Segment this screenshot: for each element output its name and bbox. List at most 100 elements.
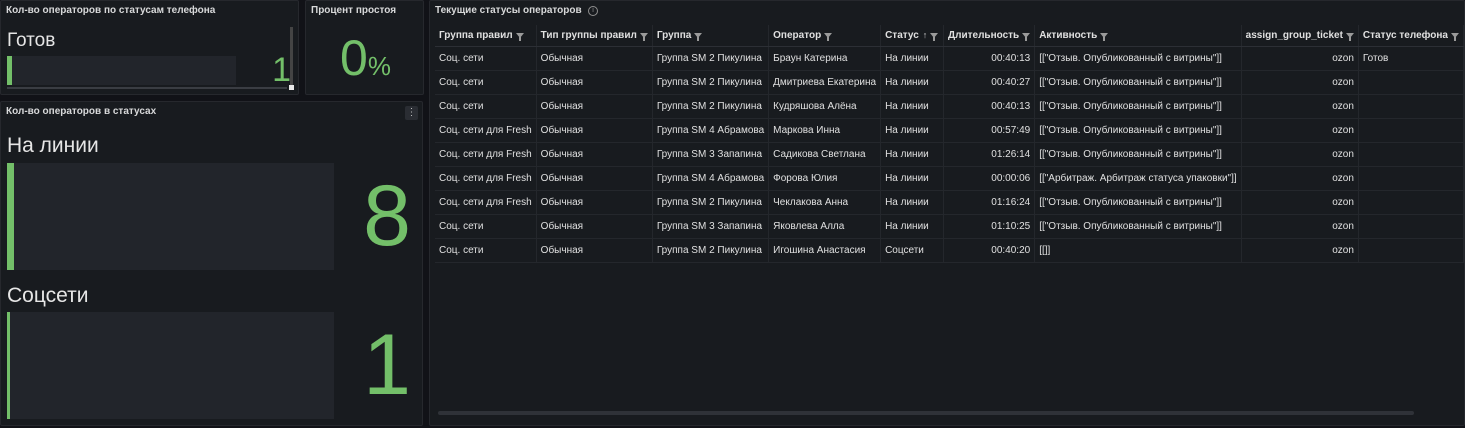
horizontal-scrollbar[interactable] xyxy=(438,411,1414,415)
panel-title: Кол-во операторов по статусам телефона xyxy=(6,5,216,16)
table-cell: [["Отзыв. Опубликованный с витрины"]] xyxy=(1034,142,1242,167)
column-header[interactable]: Группа правил xyxy=(435,25,537,47)
column-header-label: Статус телефона xyxy=(1362,29,1448,41)
table-cell: Чеклакова Анна xyxy=(768,190,882,215)
idle-stat: 0% xyxy=(306,29,423,87)
table-row[interactable]: Соц. сети Обычная Группа SM 2 Пикулина Кудр… xyxy=(435,94,1464,119)
bar-track xyxy=(7,56,236,85)
table-cell: Соцсети xyxy=(880,238,944,263)
panel-title: Текущие статусы операторов xyxy=(435,5,582,16)
status-value: 1 xyxy=(272,51,291,89)
column-header[interactable]: Длительность xyxy=(943,25,1036,47)
table-row[interactable]: Соц. сети Обычная Группа SM 2 Пикулина Игош… xyxy=(435,238,1464,263)
table-cell: 01:10:25 xyxy=(943,214,1036,239)
table-cell: Обычная xyxy=(536,166,653,191)
table-cell: Обычная xyxy=(536,46,653,71)
table-cell: Группа SM 3 Запапина xyxy=(652,214,770,239)
filter-icon[interactable] xyxy=(639,32,648,41)
table-row[interactable]: Соц. сети Обычная Группа SM 2 Пикулина Дмит… xyxy=(435,70,1464,95)
column-header[interactable]: Статус телефона xyxy=(1358,25,1464,47)
table-cell: Соц. сети xyxy=(435,238,537,263)
table-cell: ozon xyxy=(1241,190,1359,215)
ellipsis-vertical-icon[interactable]: ⋮ xyxy=(405,106,418,120)
filter-icon[interactable] xyxy=(824,32,833,41)
table-cell: 01:26:14 xyxy=(943,142,1036,167)
table-cell: Соц. сети xyxy=(435,46,537,71)
column-header[interactable]: Оператор xyxy=(768,25,882,47)
column-header-label: Группа xyxy=(656,29,692,41)
table-cell: [[]] xyxy=(1034,238,1242,263)
column-header[interactable]: Статус ↑ xyxy=(880,25,944,47)
table-cell: Группа SM 2 Пикулина xyxy=(652,190,770,215)
bar-track xyxy=(7,163,334,270)
table-cell: Группа SM 2 Пикулина xyxy=(652,94,770,119)
info-icon[interactable]: i xyxy=(588,6,598,16)
filter-icon[interactable] xyxy=(930,32,939,41)
table-cell: На линии xyxy=(880,142,944,167)
table-cell: Обычная xyxy=(536,94,653,119)
table-cell: Соц. сети для Fresh xyxy=(435,190,537,215)
table-row[interactable]: Соц. сети для Fresh Обычная Группа SM 4 Аб… xyxy=(435,166,1464,191)
column-header-label: Группа правил xyxy=(439,29,513,41)
bar-track xyxy=(7,312,334,419)
filter-icon[interactable] xyxy=(1022,32,1031,41)
table-cell: Группа SM 2 Пикулина xyxy=(652,238,770,263)
table-cell: Кудряшова Алёна xyxy=(768,94,882,119)
table-header-row: Группа правил Тип группы правил Группа Опер… xyxy=(435,25,1464,47)
table-cell: ozon xyxy=(1241,94,1359,119)
panel-title: Кол-во операторов в статусах xyxy=(6,106,157,117)
column-header-label: Длительность xyxy=(947,29,1020,41)
table-cell: 00:57:49 xyxy=(943,118,1036,143)
filter-icon[interactable] xyxy=(1100,32,1109,41)
idle-value: 0 xyxy=(340,30,368,86)
table-cell: ozon xyxy=(1241,118,1359,143)
table-cell: На линии xyxy=(880,118,944,143)
filter-icon[interactable] xyxy=(515,32,524,41)
divider xyxy=(7,87,287,89)
scrollbar[interactable] xyxy=(290,27,293,89)
column-header[interactable]: Активность xyxy=(1034,25,1242,47)
status-label: Соцсети xyxy=(7,284,89,307)
filter-icon[interactable] xyxy=(694,32,703,41)
table-cell xyxy=(1358,94,1464,119)
table-cell: Группа SM 4 Абрамова xyxy=(652,118,770,143)
table-cell: ozon xyxy=(1241,46,1359,71)
table-cell xyxy=(1358,214,1464,239)
table-row[interactable]: Соц. сети для Fresh Обычная Группа SM 2 Пи… xyxy=(435,190,1464,215)
table-row[interactable]: Соц. сети для Fresh Обычная Группа SM 3 За… xyxy=(435,142,1464,167)
column-header-label: Статус xyxy=(885,29,919,41)
scroll-handle[interactable] xyxy=(289,85,294,90)
table-cell xyxy=(1358,70,1464,95)
table-cell: ozon xyxy=(1241,166,1359,191)
sort-ascending-icon[interactable]: ↑ xyxy=(923,30,928,40)
operators-in-status-panel: Кол-во операторов в статусах ⋮ На линии … xyxy=(0,101,423,426)
idle-percent-panel: Процент простоя 0% xyxy=(305,0,424,95)
filter-icon[interactable] xyxy=(1345,32,1354,41)
column-header-label: Активность xyxy=(1039,29,1098,41)
table-cell: 01:16:24 xyxy=(943,190,1036,215)
table-cell: Обычная xyxy=(536,118,653,143)
table-cell: 00:40:20 xyxy=(943,238,1036,263)
table-cell: На линии xyxy=(880,166,944,191)
table-cell: Форова Юлия xyxy=(768,166,882,191)
table-cell: На линии xyxy=(880,214,944,239)
table-row[interactable]: Соц. сети для Fresh Обычная Группа SM 4 Аб… xyxy=(435,118,1464,143)
table-row[interactable]: Соц. сети Обычная Группа SM 2 Пикулина Брау… xyxy=(435,46,1464,71)
column-header[interactable]: Тип группы правил xyxy=(536,25,653,47)
table-cell: Группа SM 2 Пикулина xyxy=(652,70,770,95)
table-cell: На линии xyxy=(880,70,944,95)
operators-table-panel: Текущие статусы операторов i Группа прав… xyxy=(429,0,1465,426)
table-cell: Соц. сети для Fresh xyxy=(435,166,537,191)
table-cell: Группа SM 2 Пикулина xyxy=(652,46,770,71)
column-header[interactable]: Группа xyxy=(652,25,770,47)
column-header-label: Оператор xyxy=(773,29,822,41)
idle-unit: % xyxy=(367,51,391,81)
filter-icon[interactable] xyxy=(1450,32,1459,41)
column-header[interactable]: assign_group_ticket xyxy=(1241,25,1359,47)
table-cell: 00:40:13 xyxy=(943,46,1036,71)
table-cell: [["Отзыв. Опубликованный с витрины"]] xyxy=(1034,94,1242,119)
table-row[interactable]: Соц. сети Обычная Группа SM 3 Запапина Яков… xyxy=(435,214,1464,239)
table-cell: 00:40:27 xyxy=(943,70,1036,95)
table-cell: Игошина Анастасия xyxy=(768,238,882,263)
panel-title: Процент простоя xyxy=(311,5,397,16)
